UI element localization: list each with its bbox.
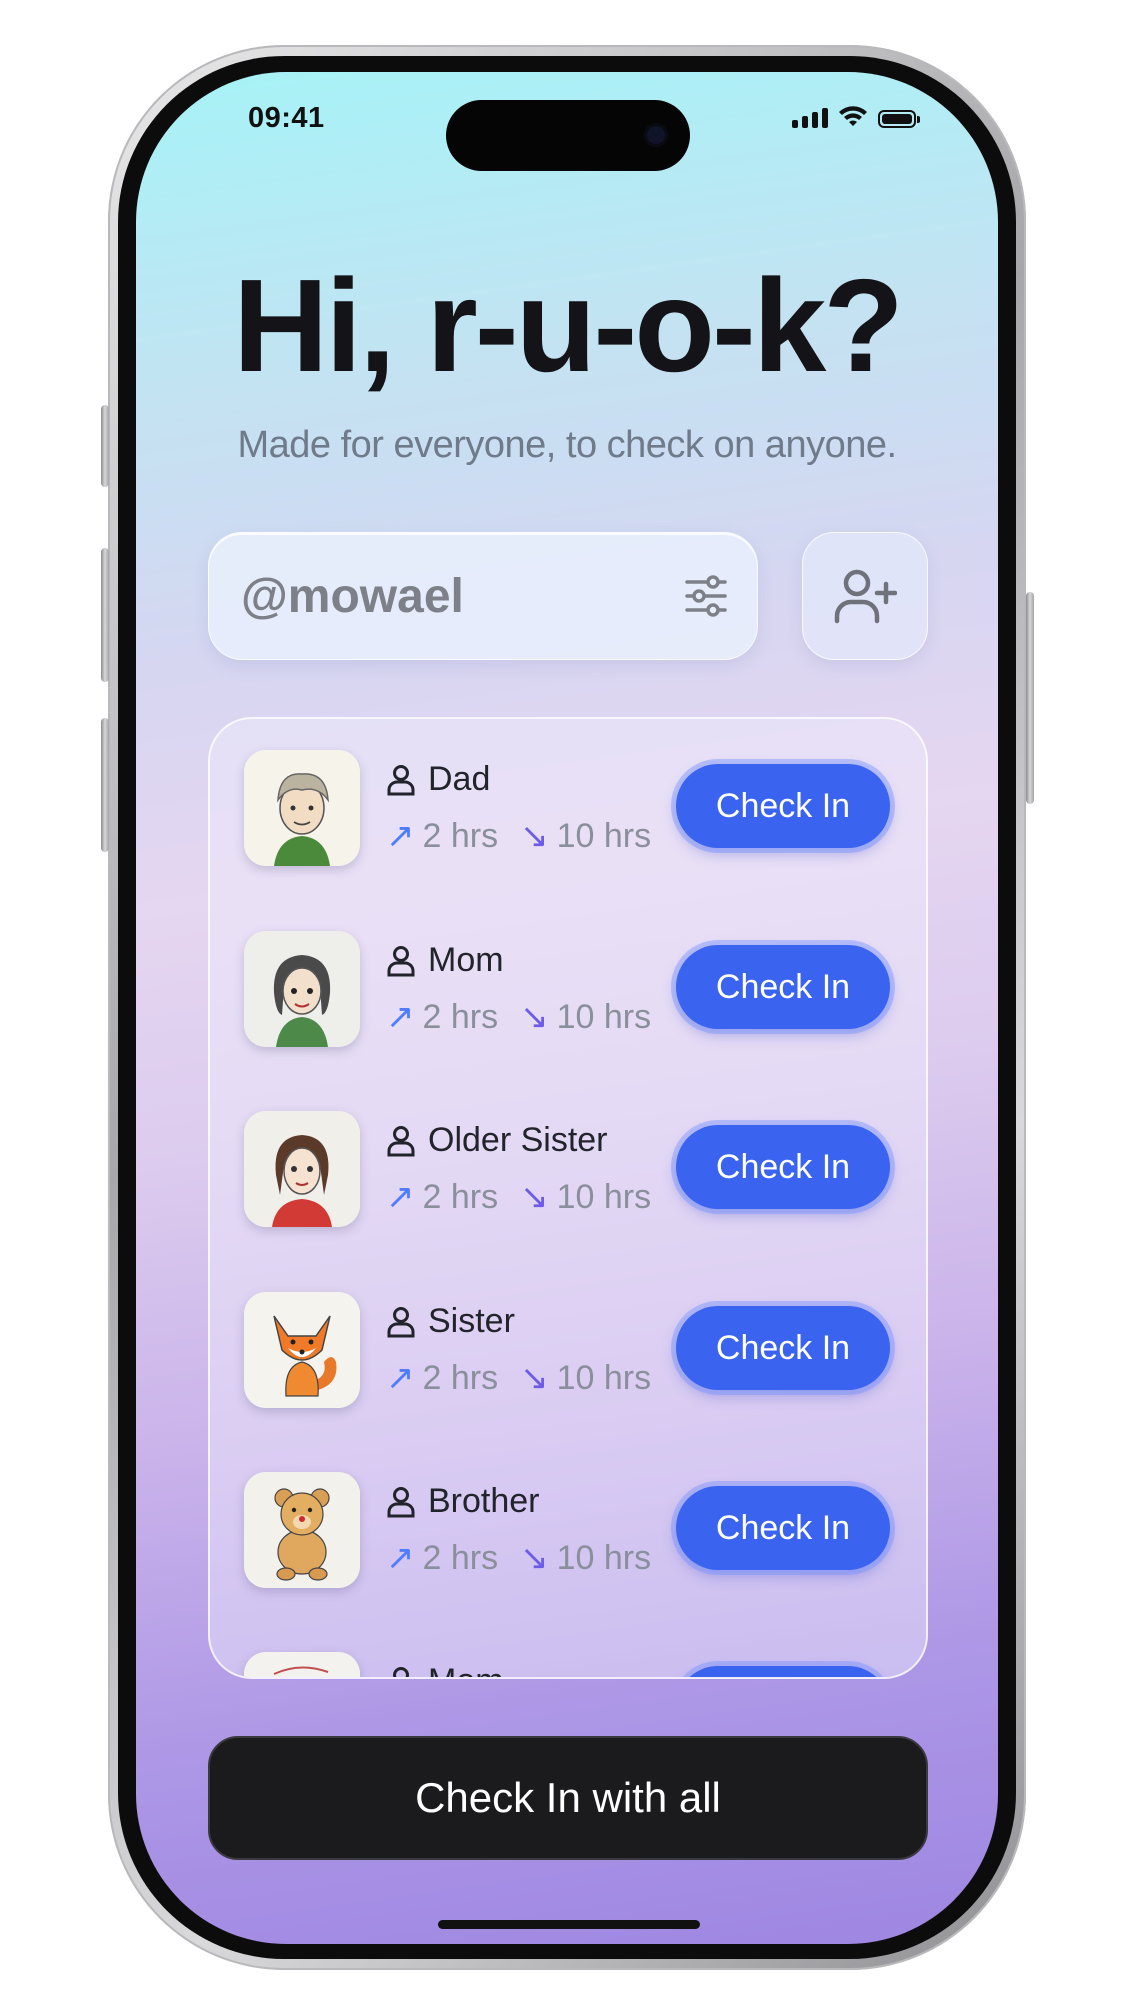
- add-user-icon: [834, 569, 897, 624]
- page-subtitle: Made for everyone, to check on anyone.: [237, 424, 897, 466]
- check-in-button[interactable]: [676, 1666, 890, 1677]
- contact-name: Mom: [428, 1662, 504, 1677]
- outgoing-time: 2 hrs: [422, 816, 499, 855]
- arrow-up-right-icon: ↗: [386, 1539, 415, 1577]
- username-value[interactable]: @mowael: [241, 569, 464, 624]
- person-icon: [387, 764, 415, 795]
- check-in-all-button[interactable]: Check In with all: [208, 1736, 928, 1860]
- check-in-button[interactable]: Check In: [676, 945, 890, 1029]
- arrow-down-right-icon: ↘: [520, 1539, 549, 1577]
- arrow-up-right-icon: ↗: [386, 1359, 415, 1397]
- username-field[interactable]: @mowael: [208, 532, 758, 660]
- avatar: [244, 1652, 360, 1677]
- check-in-button[interactable]: Check In: [676, 764, 890, 848]
- home-indicator: [438, 1920, 700, 1929]
- contacts-list[interactable]: Dad ↗ 2 hrs ↘ 10 hrs Check In Mom ↗ 2 hr…: [208, 717, 928, 1679]
- incoming-time: 10 hrs: [556, 1358, 652, 1397]
- incoming-time: 10 hrs: [556, 1538, 652, 1577]
- outgoing-time: 2 hrs: [422, 997, 499, 1036]
- list-item: Sister ↗ 2 hrs ↘ 10 hrs Check In: [210, 1292, 926, 1452]
- action-button: [101, 405, 109, 487]
- incoming-time: 10 hrs: [556, 816, 652, 855]
- status-time: 09:41: [248, 102, 325, 134]
- arrow-down-right-icon: ↘: [520, 1178, 549, 1216]
- contact-name: Mom: [428, 941, 504, 979]
- arrow-down-right-icon: ↘: [520, 998, 549, 1036]
- page-title: Hi, r-u-o-k?: [233, 252, 904, 399]
- check-in-button[interactable]: Check In: [676, 1486, 890, 1570]
- cellular-signal-icon: [792, 108, 828, 128]
- avatar: [244, 931, 360, 1047]
- outgoing-time: 2 hrs: [422, 1358, 499, 1397]
- contact-name: Sister: [428, 1302, 515, 1340]
- person-icon: [387, 1125, 415, 1156]
- outgoing-time: 2 hrs: [422, 1177, 499, 1216]
- avatar: [244, 1111, 360, 1227]
- arrow-down-right-icon: ↘: [520, 817, 549, 855]
- arrow-down-right-icon: ↘: [520, 1359, 549, 1397]
- contact-name: Dad: [428, 760, 491, 798]
- screen: 09:41 Hi, r-u-o-k? Made for everyone, to…: [136, 72, 998, 1944]
- volume-up-button: [101, 548, 109, 682]
- list-item: Brother ↗ 2 hrs ↘ 10 hrs Check In: [210, 1472, 926, 1632]
- camera-icon: [644, 123, 668, 147]
- incoming-time: 10 hrs: [556, 1177, 652, 1216]
- avatar: [244, 1292, 360, 1408]
- contact-name: Older Sister: [428, 1121, 608, 1159]
- person-icon: [387, 945, 415, 976]
- incoming-time: 10 hrs: [556, 997, 652, 1036]
- sliders-icon[interactable]: [683, 573, 729, 619]
- check-in-button[interactable]: Check In: [676, 1125, 890, 1209]
- avatar: [244, 750, 360, 866]
- person-icon: [393, 1666, 409, 1677]
- battery-icon: [878, 110, 920, 128]
- arrow-up-right-icon: ↗: [386, 817, 415, 855]
- list-item: Mom: [210, 1652, 926, 1677]
- list-item: Dad ↗ 2 hrs ↘ 10 hrs Check In: [210, 750, 926, 910]
- arrow-up-right-icon: ↗: [386, 998, 415, 1036]
- arrow-up-right-icon: ↗: [386, 1178, 415, 1216]
- status-icons: [792, 106, 920, 128]
- dynamic-island: [446, 100, 690, 171]
- volume-down-button: [101, 718, 109, 852]
- outgoing-time: 2 hrs: [422, 1538, 499, 1577]
- check-in-button[interactable]: Check In: [676, 1306, 890, 1390]
- list-item: Mom ↗ 2 hrs ↘ 10 hrs Check In: [210, 931, 926, 1091]
- person-icon: [387, 1486, 415, 1517]
- avatar: [244, 1472, 360, 1588]
- person-icon: [387, 1306, 415, 1337]
- contact-name: Brother: [428, 1482, 540, 1520]
- add-user-button[interactable]: [802, 532, 928, 660]
- wifi-icon: [839, 106, 867, 126]
- power-button: [1026, 592, 1034, 804]
- list-item: Older Sister ↗ 2 hrs ↘ 10 hrs Check In: [210, 1111, 926, 1271]
